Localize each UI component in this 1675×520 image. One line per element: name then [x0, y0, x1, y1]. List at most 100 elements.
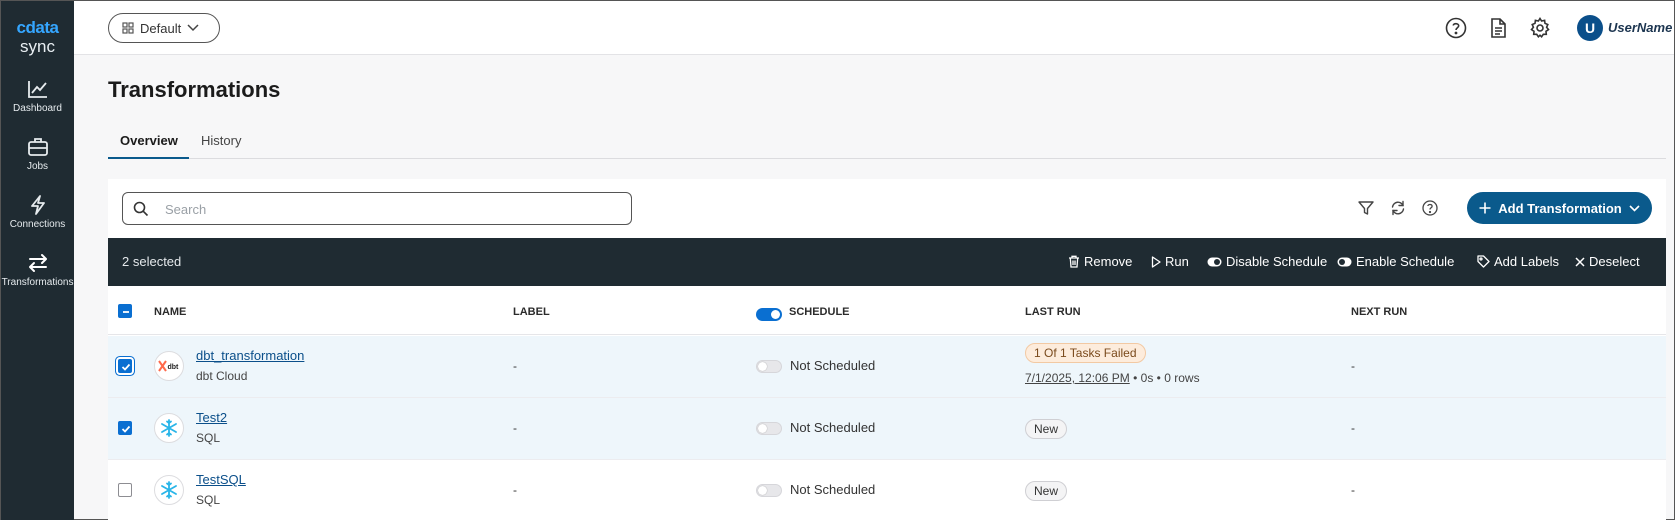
transformations-panel: Add Transformation 2 selected Remove Run…	[108, 179, 1666, 520]
tab-bar: Overview History	[108, 125, 1666, 159]
transformation-type: SQL	[196, 431, 221, 445]
remove-button[interactable]: Remove	[1068, 254, 1132, 269]
help-icon[interactable]	[1421, 199, 1439, 217]
sidebar-item-label: Jobs	[26, 161, 49, 172]
schedule-toggle[interactable]	[756, 360, 782, 373]
run-label: Run	[1165, 254, 1189, 269]
add-labels-label: Add Labels	[1494, 254, 1560, 269]
username-label[interactable]: UserName	[1608, 20, 1672, 35]
workspace-dropdown[interactable]: Default	[108, 13, 220, 43]
deselect-button[interactable]: Deselect	[1575, 254, 1640, 269]
document-icon[interactable]	[1487, 17, 1509, 39]
next-run-value: -	[1351, 359, 1355, 373]
disable-schedule-label: Disable Schedule	[1226, 254, 1328, 269]
schedule-toggle[interactable]	[756, 422, 782, 435]
label-value: -	[513, 421, 517, 435]
app-logo[interactable]: cdata sync	[1, 19, 74, 57]
table-row[interactable]: TestSQL SQL - Not Scheduled New -	[108, 460, 1666, 520]
sidebar-item-label: Transformations	[1, 277, 74, 288]
play-icon	[1151, 255, 1161, 268]
avatar[interactable]: U	[1577, 15, 1603, 41]
enable-schedule-button[interactable]: Enable Schedule	[1337, 254, 1454, 269]
filter-icon[interactable]	[1357, 199, 1375, 217]
sidebar-item-label: Connections	[9, 219, 66, 230]
tag-icon	[1477, 255, 1490, 268]
sidebar-item-jobs[interactable]: Jobs	[1, 137, 74, 193]
column-header-next-run[interactable]: NEXT RUN	[1351, 306, 1407, 318]
dbt-logo-icon: dbt	[154, 351, 184, 381]
select-all-checkbox[interactable]	[118, 304, 132, 318]
arrows-exchange-icon	[28, 254, 47, 272]
snowflake-icon	[154, 413, 184, 443]
sidebar-item-connections[interactable]: Connections	[1, 195, 74, 251]
row-checkbox[interactable]	[118, 421, 132, 435]
logo-text-sync: sync	[20, 37, 55, 56]
toggle-on-icon	[1337, 257, 1352, 266]
sidebar-item-label: Dashboard	[13, 103, 62, 114]
column-header-label[interactable]: LABEL	[513, 306, 550, 318]
row-checkbox[interactable]	[118, 483, 132, 497]
schedule-toggle[interactable]	[756, 484, 782, 497]
page-title: Transformations	[108, 77, 281, 102]
add-transformation-label: Add Transformation	[1498, 200, 1622, 216]
table-header: NAME LABEL SCHEDULE LAST RUN NEXT RUN	[108, 286, 1666, 335]
column-header-name[interactable]: NAME	[154, 306, 186, 318]
sidebar-item-transformations[interactable]: Transformations	[1, 253, 74, 309]
transformation-name-link[interactable]: TestSQL	[196, 472, 246, 487]
table-row[interactable]: dbt dbt_transformation dbt Cloud - Not S…	[108, 336, 1666, 398]
search-icon	[133, 201, 149, 217]
schedule-status: Not Scheduled	[790, 420, 876, 435]
last-run-status-badge: New	[1025, 481, 1068, 501]
trash-icon	[1069, 255, 1079, 268]
toggle-off-icon	[1207, 257, 1222, 266]
close-icon	[1575, 256, 1585, 267]
tab-history[interactable]: History	[201, 133, 241, 148]
last-run-rows: 0 rows	[1164, 371, 1200, 385]
remove-label: Remove	[1084, 254, 1133, 269]
transformation-type: dbt Cloud	[196, 369, 248, 383]
search-input[interactable]	[165, 199, 615, 219]
checkmark-icon	[121, 363, 131, 371]
gear-icon[interactable]	[1529, 17, 1551, 39]
schedule-status: Not Scheduled	[790, 358, 876, 373]
chevron-down-icon	[187, 24, 199, 32]
last-run-duration: 0s	[1140, 371, 1154, 385]
refresh-icon[interactable]	[1389, 199, 1407, 217]
minus-icon	[123, 311, 129, 313]
last-run-info: 7/1/2025, 12:06 PM • 0s • 0 rows	[1025, 371, 1200, 385]
transformation-name-link[interactable]: dbt_transformation	[196, 348, 304, 363]
active-tab-indicator	[108, 157, 189, 159]
chart-line-icon	[27, 81, 47, 98]
column-header-last-run[interactable]: LAST RUN	[1025, 306, 1081, 318]
transformation-type: SQL	[196, 493, 221, 507]
dbt-mark-icon: dbt	[158, 360, 180, 372]
add-transformation-button[interactable]: Add Transformation	[1467, 192, 1652, 224]
last-run-status-badge: 1 Of 1 Tasks Failed	[1025, 343, 1146, 363]
table-row[interactable]: Test2 SQL - Not Scheduled New -	[108, 398, 1666, 460]
selection-count: 2 selected	[122, 254, 182, 269]
sidebar: cdata sync Dashboard Jobs Connections Tr…	[1, 1, 74, 520]
schedule-header-toggle[interactable]	[756, 308, 782, 321]
lightning-icon	[30, 195, 45, 215]
transformation-name-link[interactable]: Test2	[196, 410, 227, 425]
run-button[interactable]: Run	[1151, 254, 1189, 269]
last-run-status-badge: New	[1025, 419, 1068, 439]
disable-schedule-button[interactable]: Disable Schedule	[1207, 254, 1327, 269]
tab-overview[interactable]: Overview	[120, 133, 178, 148]
deselect-label: Deselect	[1589, 254, 1640, 269]
add-labels-button[interactable]: Add Labels	[1477, 254, 1559, 269]
briefcase-icon	[27, 138, 48, 156]
workspace-label: Default	[140, 20, 182, 36]
search-box[interactable]	[122, 192, 632, 225]
row-checkbox[interactable]	[118, 359, 132, 373]
sidebar-item-dashboard[interactable]: Dashboard	[1, 79, 74, 135]
enable-schedule-label: Enable Schedule	[1356, 254, 1455, 269]
help-icon[interactable]	[1445, 17, 1467, 39]
column-header-schedule[interactable]: SCHEDULE	[789, 306, 850, 318]
separator-dot: •	[1133, 371, 1141, 385]
next-run-value: -	[1351, 421, 1355, 435]
last-run-date-link[interactable]: 7/1/2025, 12:06 PM	[1025, 371, 1130, 385]
checkmark-icon	[121, 425, 131, 433]
dbt-logo-text: dbt	[168, 364, 180, 371]
next-run-value: -	[1351, 483, 1355, 497]
